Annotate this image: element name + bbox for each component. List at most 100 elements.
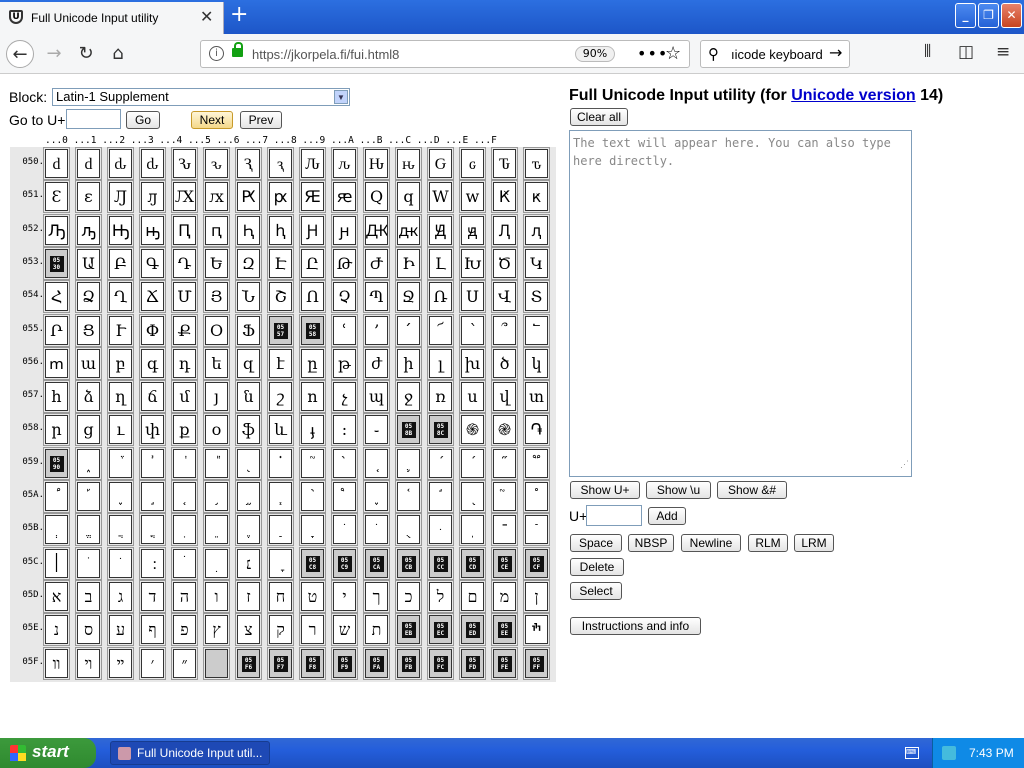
char-cell[interactable]: ױ — [75, 646, 102, 680]
char-cell[interactable]: ׂ — [107, 546, 134, 580]
char-cell[interactable]: Ԙ — [299, 180, 326, 214]
lrm-button[interactable]: LRM — [794, 534, 834, 552]
char-cell[interactable]: ԓ — [139, 180, 166, 214]
char-cell[interactable]: Կ — [523, 246, 550, 280]
char-cell[interactable]: Ԍ — [427, 147, 454, 180]
char-cell[interactable]: Ո — [299, 280, 326, 314]
char-cell[interactable]: Ջ — [395, 280, 422, 314]
char-cell[interactable]: դ — [171, 346, 198, 380]
char-cell[interactable]: ԣ — [139, 213, 166, 247]
char-cell[interactable]: Ք — [171, 313, 198, 347]
char-cell[interactable]: ի — [395, 346, 422, 380]
char-cell[interactable]: ԫ — [395, 213, 422, 247]
char-cell[interactable]: Շ — [267, 280, 294, 314]
char-cell[interactable]: ֏ — [523, 413, 550, 447]
char-cell[interactable]: 05 CB — [395, 546, 422, 580]
char-cell[interactable]: מ — [491, 579, 518, 613]
char-cell[interactable]: ־ — [491, 513, 518, 547]
char-cell[interactable]: 05 F9 — [331, 646, 358, 680]
char-cell[interactable]: 05 EB — [395, 613, 422, 647]
char-cell[interactable]: 05 CF — [523, 546, 550, 580]
nbsp-button[interactable]: NBSP — [628, 534, 674, 552]
char-cell[interactable]: ԃ — [139, 147, 166, 180]
char-cell[interactable]: ԩ — [331, 213, 358, 247]
char-cell[interactable]: ֲ — [107, 513, 134, 547]
char-cell[interactable]: Տ — [523, 280, 550, 314]
char-cell[interactable]: ԧ — [267, 213, 294, 247]
char-cell[interactable]: 05 F7 — [267, 646, 294, 680]
char-cell[interactable]: ץ — [203, 613, 230, 647]
char-cell[interactable]: 05 EE — [491, 613, 518, 647]
char-cell[interactable]: Հ — [43, 280, 70, 314]
char-cell[interactable]: ָ — [299, 513, 326, 547]
char-cell[interactable]: 05 58 — [299, 313, 326, 347]
char-cell[interactable]: ԑ — [75, 180, 102, 214]
char-cell[interactable]: ՙ — [331, 313, 358, 347]
char-cell[interactable]: ם — [459, 579, 486, 613]
char-cell[interactable]: ֱ — [75, 513, 102, 547]
char-cell[interactable]: ׅ — [203, 546, 230, 580]
char-cell[interactable]: ԏ — [523, 147, 550, 180]
char-cell[interactable]: ֖ — [235, 446, 262, 480]
char-cell[interactable]: ւ — [107, 413, 134, 447]
char-cell[interactable]: ֨ — [299, 480, 326, 513]
new-tab-icon[interactable]: + — [230, 3, 248, 27]
char-cell[interactable]: ד — [139, 579, 166, 613]
char-cell[interactable]: ׁ — [75, 546, 102, 580]
char-cell[interactable]: ק — [267, 613, 294, 647]
char-cell[interactable]: ֿ — [523, 513, 550, 547]
clear-all-button[interactable]: Clear all — [570, 108, 628, 126]
char-cell[interactable]: Ԉ — [299, 147, 326, 180]
add-button[interactable]: Add — [648, 507, 686, 525]
char-cell[interactable]: Ԫ — [363, 213, 390, 247]
char-cell[interactable]: ֛ — [395, 446, 422, 480]
char-cell[interactable]: ղ — [107, 380, 134, 414]
char-cell[interactable]: շ — [267, 380, 294, 414]
char-cell[interactable]: ԙ — [331, 180, 358, 214]
char-cell[interactable]: ֮ — [491, 480, 518, 513]
char-cell[interactable]: ף — [139, 613, 166, 647]
char-cell[interactable]: ה — [171, 579, 198, 613]
search-go-arrow-icon[interactable]: → — [829, 43, 842, 62]
char-cell[interactable]: ע — [107, 613, 134, 647]
char-cell[interactable]: ת — [363, 613, 390, 647]
hamburger-menu-icon[interactable]: ≡ — [996, 42, 1010, 62]
char-cell[interactable]: װ — [43, 646, 70, 680]
char-cell[interactable]: Ԣ — [107, 213, 134, 247]
char-cell[interactable]: ֎ — [491, 413, 518, 447]
char-cell[interactable]: ԥ — [203, 213, 230, 247]
prev-block-button[interactable]: Prev — [240, 111, 282, 129]
char-cell[interactable]: 05 FC — [427, 646, 454, 680]
char-cell[interactable]: ֜ — [427, 446, 454, 480]
char-cell[interactable]: ֠ — [43, 480, 70, 513]
char-cell[interactable]: 05 CD — [459, 546, 486, 580]
char-cell[interactable]: ֊ — [363, 413, 390, 447]
char-cell[interactable]: ֗ — [267, 446, 294, 480]
char-cell[interactable]: Մ — [171, 280, 198, 314]
char-cell[interactable]: Ԭ — [427, 213, 454, 247]
char-cell[interactable]: נ — [43, 613, 70, 647]
char-cell[interactable]: և — [267, 413, 294, 447]
char-cell[interactable]: י — [331, 579, 358, 613]
char-cell[interactable]: Պ — [363, 280, 390, 314]
char-cell[interactable]: 05 CA — [363, 546, 390, 580]
char-cell[interactable]: Ԋ — [363, 147, 390, 180]
char-cell[interactable]: ׄ — [171, 546, 198, 580]
char-cell[interactable]: Ս — [459, 280, 486, 314]
char-cell[interactable]: ֦ — [235, 480, 262, 513]
char-cell[interactable]: ԃ — [107, 147, 134, 180]
char-cell[interactable]: ֻ — [395, 513, 422, 547]
goto-codepoint-input[interactable] — [66, 109, 121, 129]
show-backslash-u-button[interactable]: Show \u — [646, 481, 711, 499]
char-cell[interactable]: Ղ — [107, 280, 134, 314]
char-cell[interactable]: ՟ — [523, 313, 550, 347]
char-cell[interactable]: ב — [75, 579, 102, 613]
sidebar-toggle-icon[interactable]: ◫ — [958, 42, 974, 62]
char-cell[interactable]: հ — [43, 380, 70, 414]
char-cell[interactable]: Ԑ — [43, 180, 70, 214]
chevron-down-icon[interactable]: ▼ — [334, 90, 348, 104]
char-cell[interactable]: ֘ — [299, 446, 326, 480]
char-cell[interactable]: Ի — [395, 246, 422, 280]
char-cell[interactable]: ְ — [43, 513, 70, 547]
add-codepoint-input[interactable] — [586, 505, 642, 526]
